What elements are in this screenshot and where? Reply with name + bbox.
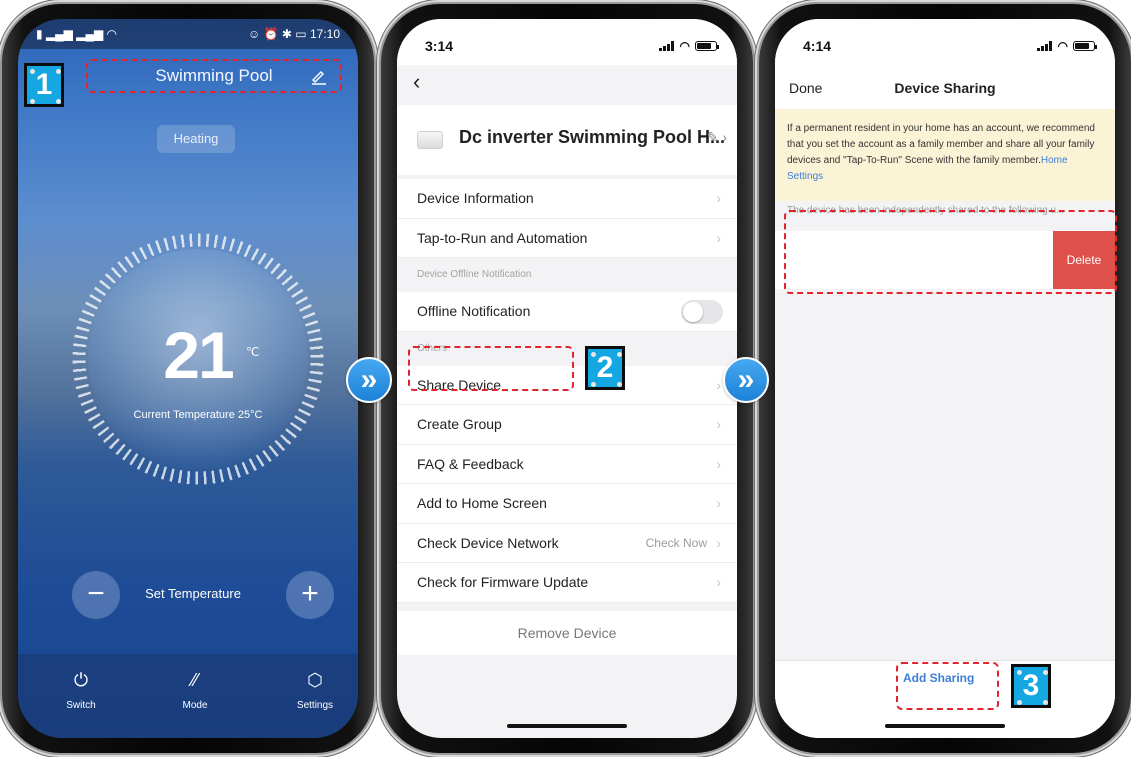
check-now-value: Check Now — [645, 535, 707, 550]
signal-icon — [658, 41, 675, 51]
step-marker-2: 2 — [585, 346, 625, 390]
tab-mode-label: Mode — [182, 700, 208, 711]
add-to-home-item[interactable]: Add to Home Screen › — [397, 484, 737, 524]
device-header[interactable]: Dc inverter Swimming Pool H... ✎ › — [397, 105, 737, 175]
tap-to-run-item[interactable]: Tap-to-Run and Automation › — [397, 218, 737, 258]
device-sharing-screen: 4:14 ◠ Done Device Sharing If a permanen… — [775, 19, 1115, 738]
battery-icon — [1073, 41, 1097, 51]
firmware-update-item[interactable]: Check for Firmware Update › — [397, 563, 737, 603]
step-marker-1: 1 — [24, 63, 64, 107]
item-label: Check for Firmware Update — [417, 574, 589, 590]
edit-icon[interactable] — [310, 67, 328, 85]
bottom-tab-bar: ⏻ Switch ⁄⁄ Mode ⬡ Settings — [18, 654, 358, 738]
faq-feedback-item[interactable]: FAQ & Feedback › — [397, 444, 737, 484]
chevron-right-icon: › — [716, 574, 721, 590]
shared-row-highlight — [784, 210, 1117, 294]
item-label: Add to Home Screen — [417, 495, 547, 511]
heat-pump-screen: ▮ ▂▄▆ ▂▄▆ ◠ ☺ ⏰ ✱ ▭ 17:10 Swimming Pool … — [18, 19, 358, 738]
ios-status-bar: 4:14 ◠ — [775, 19, 1115, 65]
status-icons: ◠ — [1036, 39, 1097, 53]
edit-icon[interactable]: ✎ › — [707, 129, 727, 146]
chevron-right-icon: › — [716, 229, 721, 246]
header: Swimming Pool — [18, 57, 358, 101]
step-marker-3: 3 — [1011, 664, 1051, 708]
next-arrow-icon: » — [346, 357, 392, 403]
chevron-right-icon: › — [716, 495, 721, 511]
status-time: 3:14 — [425, 38, 454, 54]
status-right: ☺ ⏰ ✱ ▭ 17:10 — [248, 27, 340, 41]
create-group-item[interactable]: Create Group › — [397, 405, 737, 445]
home-indicator — [507, 724, 627, 728]
device-name: Dc inverter Swimming Pool H... — [459, 127, 726, 147]
device-thumbnail — [417, 131, 443, 149]
tab-switch-label: Switch — [66, 700, 96, 711]
home-indicator — [885, 724, 1005, 728]
status-time: 4:14 — [803, 38, 832, 54]
mode-pill[interactable]: Heating — [157, 125, 235, 153]
chevron-right-icon: › — [716, 455, 721, 472]
tab-mode[interactable]: ⁄⁄ Mode — [160, 668, 230, 711]
set-temperature-value: 21 — [163, 318, 234, 392]
device-title-box[interactable]: Swimming Pool — [86, 59, 342, 93]
wifi-icon: ◠ — [1057, 39, 1068, 53]
chevron-right-icon: › — [716, 416, 721, 432]
next-arrow-icon: » — [723, 357, 769, 403]
share-device-highlight — [408, 346, 574, 391]
item-label: Tap-to-Run and Automation — [417, 229, 588, 246]
ios-status-bar: 3:14 ◠ — [397, 19, 737, 65]
phone-frame-1: ▮ ▂▄▆ ▂▄▆ ◠ ☺ ⏰ ✱ ▭ 17:10 Swimming Pool … — [2, 4, 374, 753]
page-title: Device Sharing — [894, 80, 996, 96]
offline-notification-toggle[interactable] — [681, 300, 723, 324]
chevron-right-icon: › — [716, 190, 721, 206]
increase-temp-button[interactable]: + — [286, 571, 334, 619]
nav-bar: Done Device Sharing — [775, 65, 1115, 109]
wifi-icon: ◠ — [679, 39, 690, 53]
signal-icons: ▮ ▂▄▆ ▂▄▆ ◠ — [36, 27, 117, 41]
family-notice: If a permanent resident in your home has… — [775, 109, 1115, 201]
device-information-item[interactable]: Device Information › — [397, 179, 737, 219]
add-sharing-highlight — [896, 662, 999, 710]
offline-notification-item: Offline Notification — [397, 292, 737, 332]
signal-icon — [1036, 41, 1053, 51]
temperature-controls: − Set Temperature + — [52, 571, 334, 623]
android-status-bar: ▮ ▂▄▆ ▂▄▆ ◠ ☺ ⏰ ✱ ▭ 17:10 — [18, 19, 358, 49]
mode-icon: ⁄⁄ — [191, 670, 198, 690]
item-label: Offline Notification — [417, 303, 531, 319]
status-icons: ◠ — [658, 39, 719, 53]
back-button[interactable]: ‹ — [413, 69, 420, 95]
battery-icon — [695, 41, 719, 51]
tab-settings[interactable]: ⬡ Settings — [280, 668, 350, 711]
item-label: Check Device Network — [417, 534, 559, 551]
temperature-dial[interactable]: 21 ℃ Current Temperature 25°C — [72, 229, 324, 509]
section-header-offline: Device Offline Notification — [397, 258, 737, 292]
power-icon: ⏻ — [73, 670, 89, 690]
tab-switch[interactable]: ⏻ Switch — [46, 668, 116, 711]
phone-frame-3: 4:14 ◠ Done Device Sharing If a permanen… — [759, 4, 1131, 753]
temperature-unit: ℃ — [246, 345, 260, 359]
chevron-right-icon: › — [716, 376, 721, 393]
item-label: Device Information — [417, 190, 534, 206]
cube-icon: ⬡ — [307, 670, 323, 690]
item-label: FAQ & Feedback — [417, 455, 524, 472]
device-title: Swimming Pool — [155, 66, 273, 85]
item-label: Create Group — [417, 416, 502, 432]
tab-settings-label: Settings — [296, 700, 334, 711]
chevron-right-icon: › — [716, 534, 721, 551]
remove-device-button[interactable]: Remove Device — [397, 611, 737, 655]
current-temperature: Current Temperature 25°C — [133, 409, 263, 421]
check-network-item[interactable]: Check Device Network Check Now › — [397, 523, 737, 563]
